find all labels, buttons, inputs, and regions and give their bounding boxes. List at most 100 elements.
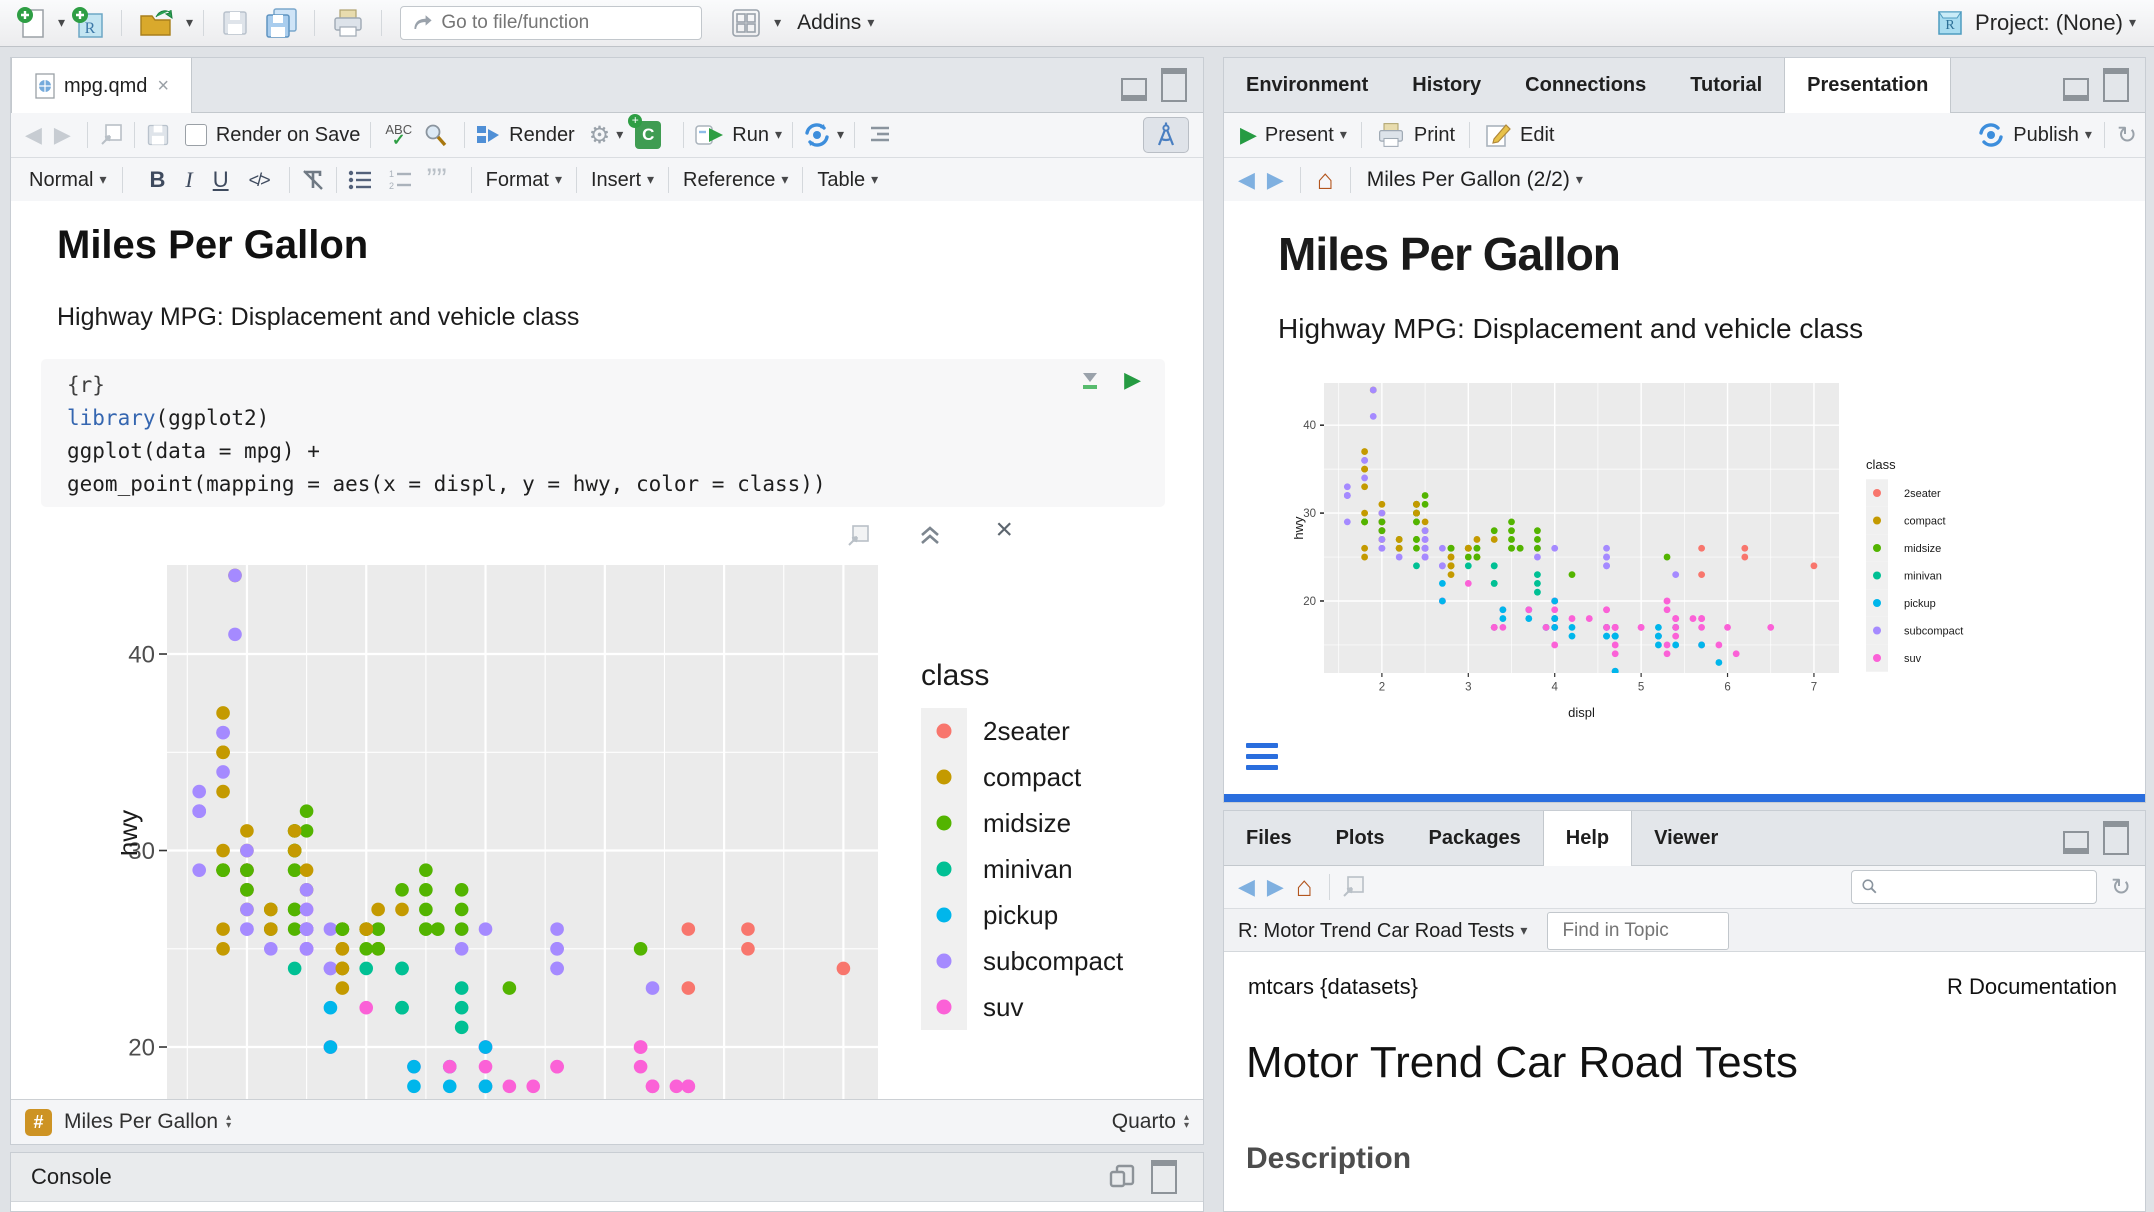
home-icon[interactable]: ⌂ [1317,166,1334,194]
outline-location[interactable]: Miles Per Gallon [64,1110,218,1134]
presentation-preview[interactable]: Miles Per Gallon Highway MPG: Displaceme… [1224,201,2145,794]
maximize-pane-icon[interactable] [1161,68,1187,102]
tab-help[interactable]: Help [1543,811,1632,866]
rerun-caret[interactable] [831,126,844,144]
new-project-button[interactable]: R [71,6,105,40]
panes-layout-caret[interactable] [768,14,781,32]
console-maximize-icon[interactable] [1151,1160,1177,1194]
slide-title-select[interactable]: Miles Per Gallon (2/2) [1367,168,1570,192]
blockquote-icon[interactable]: ”” [427,173,447,187]
visual-editor-document[interactable]: Miles Per Gallon Highway MPG: Displaceme… [11,201,1203,1099]
code-format-button[interactable]: </> [249,170,269,191]
chunk-code[interactable]: {r}library(ggplot2)ggplot(data = mpg) + … [67,369,826,501]
publish-label[interactable]: Publish [2013,124,2079,147]
present-caret[interactable] [1334,126,1347,144]
help-forward-icon[interactable]: ▶ [1267,874,1284,900]
close-tab-icon[interactable]: × [157,59,169,113]
open-file-caret[interactable] [180,14,193,32]
insert-menu[interactable]: Insert [591,169,641,192]
rerun-icon[interactable] [803,121,831,149]
print-icon[interactable] [1376,121,1406,149]
tab-viewer[interactable]: Viewer [1632,811,1740,865]
collapse-output-icon[interactable] [917,523,943,547]
popout-icon[interactable] [98,122,124,148]
render-label[interactable]: Render [509,124,575,147]
maximize-pane-icon[interactable] [2103,68,2129,102]
italic-button[interactable]: I [185,167,192,193]
print-label[interactable]: Print [1414,124,1455,147]
maximize-pane-icon[interactable] [2103,821,2129,855]
goto-file-input[interactable] [439,11,701,35]
insert-chunk-button[interactable]: C + [635,121,661,149]
run-caret[interactable] [769,126,782,144]
back-icon[interactable]: ◀ [25,122,42,148]
run-icon[interactable] [694,122,724,148]
tab-presentation[interactable]: Presentation [1784,58,1951,113]
tab-history[interactable]: History [1390,58,1503,112]
tab-connections[interactable]: Connections [1503,58,1668,112]
console-header[interactable]: Console [11,1153,1203,1202]
gear-icon[interactable]: ⚙ [589,121,611,150]
help-home-icon[interactable]: ⌂ [1296,873,1313,901]
present-label[interactable]: Present [1265,124,1334,147]
edit-icon[interactable] [1484,121,1512,149]
run-chunk-icon[interactable]: ▶ [1124,367,1141,393]
run-chunks-above-icon[interactable] [1079,369,1101,393]
goto-file-search[interactable] [400,6,702,40]
spellcheck-icon[interactable]: ABC ✓ [385,124,412,146]
tab-plots[interactable]: Plots [1314,811,1407,865]
find-in-topic-input[interactable] [1548,919,1728,943]
save-button[interactable] [220,8,250,38]
minimize-pane-icon[interactable] [1121,78,1147,101]
search-icon[interactable] [422,122,448,148]
minimize-pane-icon[interactable] [2063,831,2089,854]
clear-output-icon[interactable]: × [995,513,1013,547]
help-search-input[interactable] [1885,875,2096,899]
refresh-icon[interactable]: ↻ [2117,121,2137,150]
project-menu[interactable]: R Project: (None) [1935,8,2136,38]
reference-menu[interactable]: Reference [683,169,775,192]
render-icon[interactable] [475,123,501,147]
help-content[interactable]: mtcars {datasets} R Documentation Motor … [1224,951,2145,1211]
tab-mpg-qmd[interactable]: mpg.qmd × [11,58,192,113]
open-file-button[interactable] [138,7,174,39]
help-back-icon[interactable]: ◀ [1238,874,1255,900]
tab-files[interactable]: Files [1224,811,1314,865]
help-popout-icon[interactable] [1340,874,1366,900]
render-on-save-checkbox[interactable] [185,124,207,146]
paragraph-style-caret[interactable] [93,171,106,189]
print-button[interactable] [331,7,365,39]
doc-mode-select[interactable]: Quarto [1112,1110,1176,1134]
numbered-list-icon[interactable]: 12 [387,169,413,191]
publish-icon[interactable] [1977,121,2005,149]
publish-caret[interactable] [2079,126,2092,144]
find-in-topic[interactable] [1547,912,1729,950]
outline-toggle-icon[interactable] [865,124,891,146]
underline-button[interactable]: U [213,167,229,193]
visual-editor-toggle[interactable] [1143,117,1189,153]
slide-back-icon[interactable]: ◀ [1238,167,1255,193]
edit-label[interactable]: Edit [1520,124,1554,147]
format-menu[interactable]: Format [486,169,549,192]
table-menu[interactable]: Table [817,169,865,192]
tab-tutorial[interactable]: Tutorial [1668,58,1784,112]
addins-menu[interactable]: Addins [797,11,874,35]
save-icon[interactable] [145,122,171,148]
tab-packages[interactable]: Packages [1406,811,1542,865]
minimize-pane-icon[interactable] [2063,78,2089,101]
new-file-button[interactable] [16,6,46,40]
render-options-caret[interactable] [610,126,623,144]
forward-icon[interactable]: ▶ [54,122,71,148]
tab-environment[interactable]: Environment [1224,58,1390,112]
run-label[interactable]: Run [732,124,769,147]
save-all-button[interactable] [262,6,298,40]
slide-forward-icon[interactable]: ▶ [1267,167,1284,193]
present-icon[interactable]: ▶ [1240,122,1257,148]
bullet-list-icon[interactable] [347,169,373,191]
console-popout-icon[interactable] [1107,1163,1137,1191]
show-in-new-window-icon[interactable] [845,523,871,549]
new-file-caret[interactable] [52,14,65,32]
bold-button[interactable]: B [149,167,165,193]
code-chunk[interactable]: {r}library(ggplot2)ggplot(data = mpg) + … [41,359,1165,507]
clear-formatting-icon[interactable] [300,168,326,192]
